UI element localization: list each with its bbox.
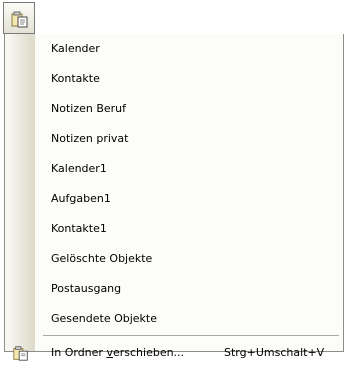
menu-item-gesendete-objekte[interactable]: Gesendete Objekte	[5, 304, 343, 334]
menu-item-label: Kontakte1	[51, 222, 107, 235]
menu-item-label: Kalender1	[51, 162, 107, 175]
menu-item-label: Kalender	[51, 42, 100, 55]
menu-item-kontakte1[interactable]: Kontakte1	[5, 214, 343, 244]
move-label-suffix: erschieben...	[112, 346, 185, 359]
menu-item-kalender1[interactable]: Kalender1	[5, 154, 343, 184]
folder-dropdown-menu: Kalender Kontakte Notizen Beruf Notizen …	[4, 34, 344, 361]
menu-item-label: Notizen privat	[51, 132, 129, 145]
menu-item-notizen-beruf[interactable]: Notizen Beruf	[5, 94, 343, 124]
menu-item-label: Aufgaben1	[51, 192, 111, 205]
move-label-prefix: In Ordner	[51, 346, 107, 359]
move-to-folder-toolbar-button[interactable]	[3, 2, 35, 34]
menu-item-kontakte[interactable]: Kontakte	[5, 64, 343, 94]
menu-item-geloeschte-objekte[interactable]: Gelöschte Objekte	[5, 244, 343, 274]
menu-item-notizen-privat[interactable]: Notizen privat	[5, 124, 343, 154]
menu-item-move-to-folder[interactable]: In Ordner verschieben... Strg+Umschalt+V	[5, 338, 343, 368]
move-to-folder-shortcut: Strg+Umschalt+V	[224, 346, 325, 359]
menu-item-aufgaben1[interactable]: Aufgaben1	[5, 184, 343, 214]
menu-item-label: Postausgang	[51, 282, 122, 295]
menu-item-postausgang[interactable]: Postausgang	[5, 274, 343, 304]
move-to-folder-icon	[13, 346, 28, 361]
menu-item-label: Gelöschte Objekte	[51, 252, 153, 265]
menu-item-label: Gesendete Objekte	[51, 312, 158, 325]
menu-item-kalender[interactable]: Kalender	[5, 34, 343, 64]
menu-item-label: Kontakte	[51, 72, 100, 85]
menu-separator	[43, 335, 339, 336]
move-to-folder-label: In Ordner verschieben...	[51, 346, 184, 359]
move-to-folder-icon	[11, 11, 28, 28]
menu-item-label: Notizen Beruf	[51, 102, 127, 115]
